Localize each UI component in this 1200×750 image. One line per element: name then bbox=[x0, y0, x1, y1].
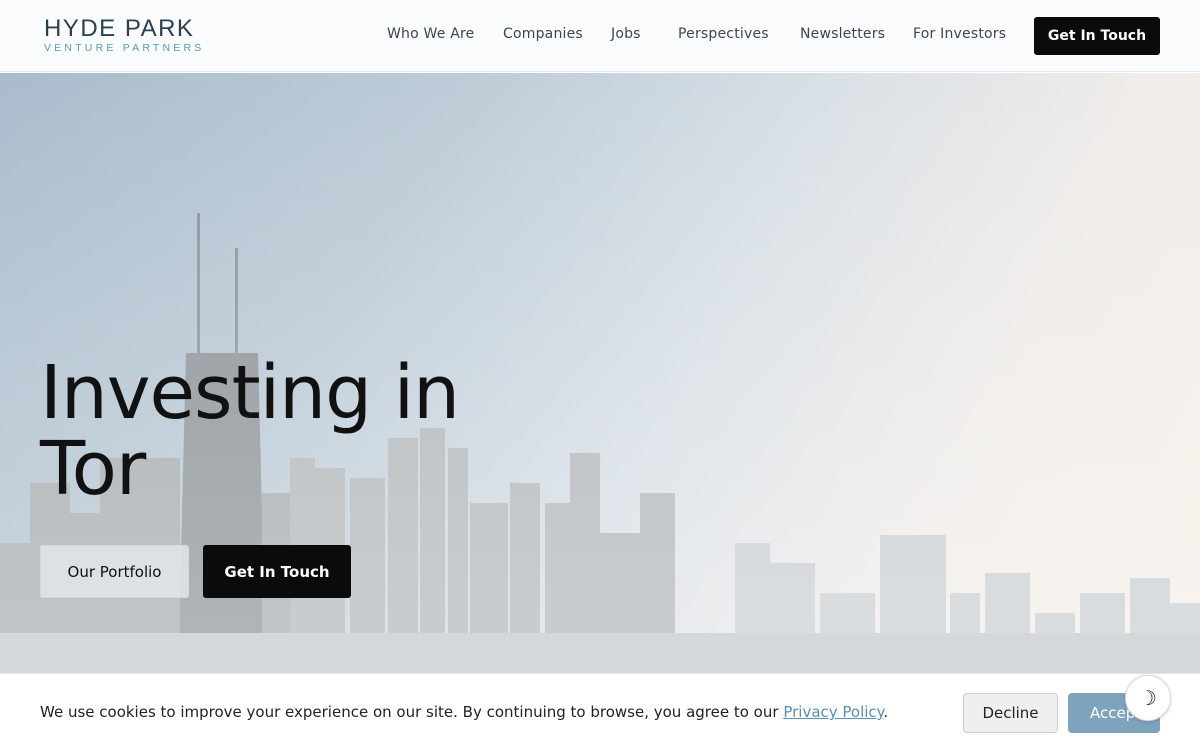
nav-for-investors[interactable]: For Investors bbox=[913, 26, 1006, 42]
nav-companies[interactable]: Companies bbox=[503, 26, 583, 42]
decline-cookies-button[interactable]: Decline bbox=[963, 693, 1058, 733]
hero-section: Investing in Tor Our Portfolio Get In To… bbox=[0, 73, 1200, 750]
nav-newsletters[interactable]: Newsletters bbox=[800, 26, 885, 42]
our-portfolio-button[interactable]: Our Portfolio bbox=[40, 545, 189, 598]
hyde-park-logo[interactable]: HYDE PARK VENTURE PARTNERS bbox=[44, 15, 205, 55]
cookie-message-text: We use cookies to improve your experienc… bbox=[40, 703, 779, 721]
header-get-in-touch-button[interactable]: Get In Touch bbox=[1034, 17, 1160, 55]
dark-mode-toggle-button[interactable]: ☽ bbox=[1125, 675, 1171, 721]
moon-icon: ☽ bbox=[1139, 686, 1157, 710]
privacy-policy-link[interactable]: Privacy Policy bbox=[783, 703, 883, 721]
site-header: HYDE PARK VENTURE PARTNERS Who We Are Co… bbox=[0, 0, 1200, 72]
cookie-message-suffix: . bbox=[883, 703, 889, 721]
cookie-message: We use cookies to improve your experienc… bbox=[40, 703, 888, 721]
logo-wordmark: HYDE PARK bbox=[44, 15, 195, 42]
hero-get-in-touch-button[interactable]: Get In Touch bbox=[203, 545, 351, 598]
hero-title-line-2: Tor bbox=[40, 426, 146, 512]
nav-perspectives[interactable]: Perspectives bbox=[678, 26, 769, 42]
hero-title-line-1: Investing in bbox=[40, 350, 460, 436]
cookie-banner: We use cookies to improve your experienc… bbox=[0, 673, 1200, 750]
nav-jobs[interactable]: Jobs bbox=[611, 26, 641, 42]
nav-who-we-are[interactable]: Who We Are bbox=[387, 26, 474, 42]
logo-tagline: VENTURE PARTNERS bbox=[44, 42, 205, 54]
hero-title: Investing in Tor bbox=[40, 355, 560, 507]
